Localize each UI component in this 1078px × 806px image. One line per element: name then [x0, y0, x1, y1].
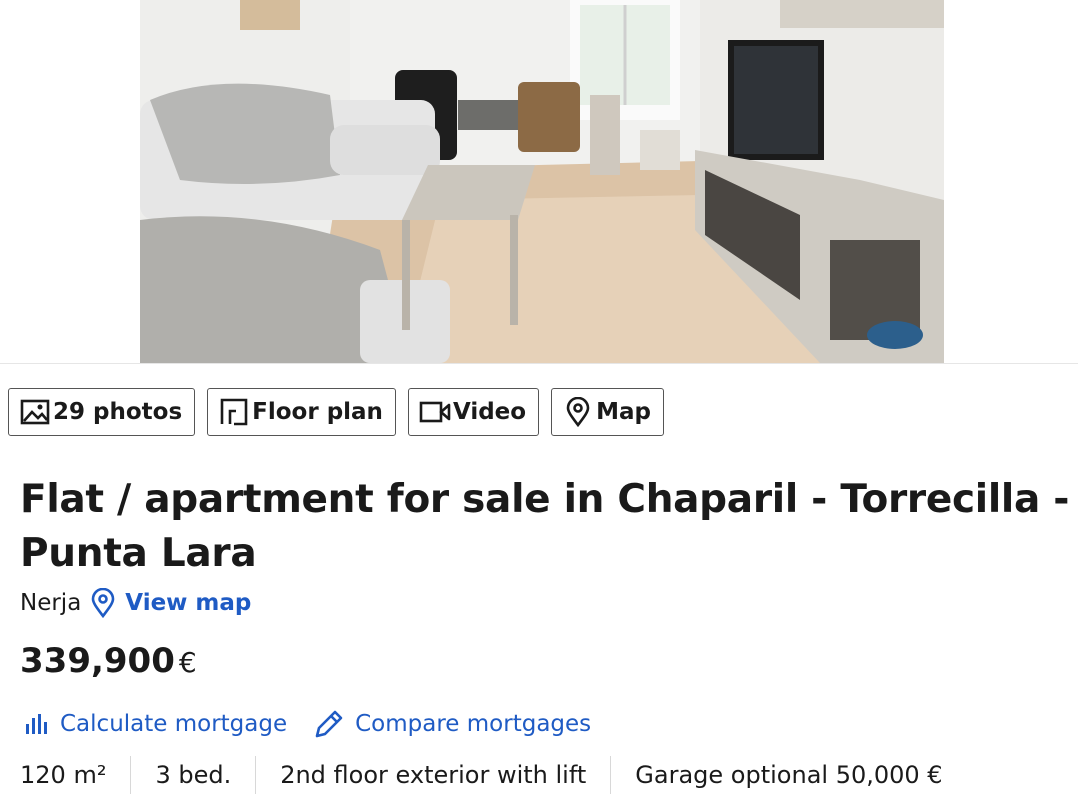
feature-garage: Garage optional 50,000 €: [610, 756, 966, 794]
map-button[interactable]: Map: [551, 388, 664, 436]
listing-title: Flat / apartment for sale in Chaparil - …: [20, 477, 1070, 576]
feature-floor: 2nd floor exterior with lift: [255, 756, 610, 794]
video-button-label: Video: [452, 399, 527, 425]
photos-button-label: 29 photos: [53, 399, 183, 425]
view-map-label: View map: [125, 590, 252, 616]
media-toolbar: 29 photos Floor plan Video Map: [8, 388, 664, 436]
calculate-mortgage-link[interactable]: Calculate mortgage: [24, 711, 287, 737]
video-button[interactable]: Video: [407, 388, 540, 436]
view-map-link[interactable]: View map: [91, 588, 251, 618]
living-room-photo: [140, 0, 944, 363]
image-icon: [19, 396, 51, 428]
location-row: Nerja View map: [20, 588, 251, 618]
calculate-mortgage-label: Calculate mortgage: [60, 711, 288, 737]
pencil-icon: [313, 708, 345, 740]
map-pin-icon: [91, 588, 115, 618]
feature-area: 120 m²: [20, 761, 107, 789]
price: 339,900 €: [20, 641, 197, 681]
feature-bedrooms: 3 bed.: [130, 756, 255, 794]
main-photo[interactable]: [140, 0, 944, 363]
compare-mortgages-link[interactable]: Compare mortgages: [313, 708, 591, 740]
floor-plan-icon: [218, 396, 250, 428]
town-name: Nerja: [20, 590, 82, 616]
gallery-area: [0, 0, 1078, 364]
compare-mortgages-label: Compare mortgages: [355, 711, 592, 737]
mortgage-links: Calculate mortgage Compare mortgages: [24, 708, 591, 740]
photos-button[interactable]: 29 photos: [8, 388, 196, 436]
video-icon: [419, 396, 451, 428]
price-currency: €: [178, 646, 197, 679]
features-row: 120 m² 3 bed. 2nd floor exterior with li…: [20, 756, 967, 794]
price-amount: 339,900: [20, 641, 175, 681]
floor-plan-button[interactable]: Floor plan: [207, 388, 396, 436]
map-pin-icon: [562, 396, 594, 428]
floor-plan-button-label: Floor plan: [252, 399, 383, 425]
map-button-label: Map: [596, 399, 651, 425]
bar-chart-icon: [24, 712, 50, 736]
